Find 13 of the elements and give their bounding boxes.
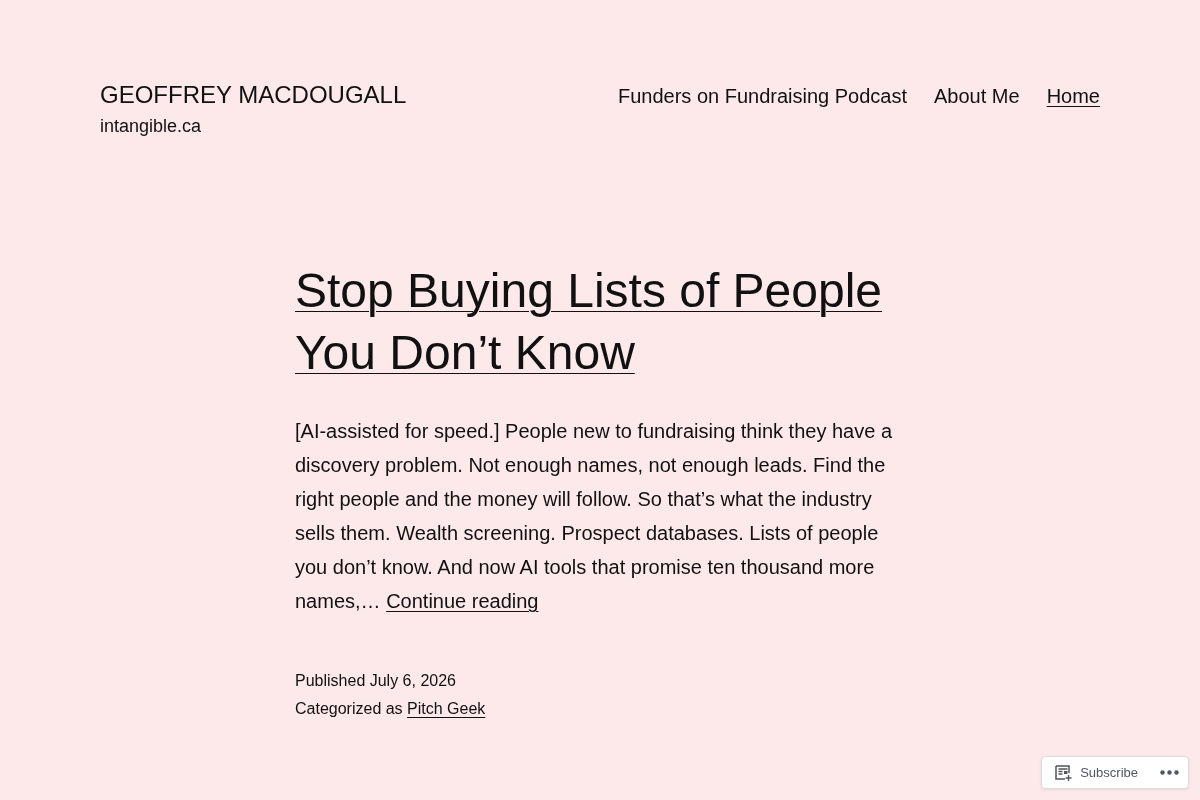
nav-link[interactable]: Home (1046, 83, 1100, 109)
published-date: Published July 6, 2026 (295, 671, 456, 691)
post-title-link[interactable]: Stop Buying Lists of People You Don’t Know (295, 260, 905, 384)
site-title: GEOFFREY MACDOUGALL (100, 80, 407, 110)
more-icon (1160, 770, 1179, 775)
post-excerpt: [AI-assisted for speed.] People new to fundraising think they have a discovery problem. Not enough names, not enough leads. Find the right people and the money will follow. So that’s what the industry sells them. Wealth screening. Prospect databases. Lists of people you don’t know. And now AI tools that promise ten thousand more names,… Continue reading (295, 419, 894, 614)
document-plus-icon (1055, 764, 1073, 781)
nav-link[interactable]: About Me (934, 83, 1020, 109)
site-tagline: intangible.ca (100, 115, 202, 138)
category-label: Categorized as (295, 700, 403, 717)
continue-reading-link[interactable]: Continue reading (386, 590, 539, 612)
category-link[interactable]: Pitch Geek (407, 700, 486, 717)
nav-link[interactable]: Funders on Fundraising Podcast (617, 83, 908, 109)
